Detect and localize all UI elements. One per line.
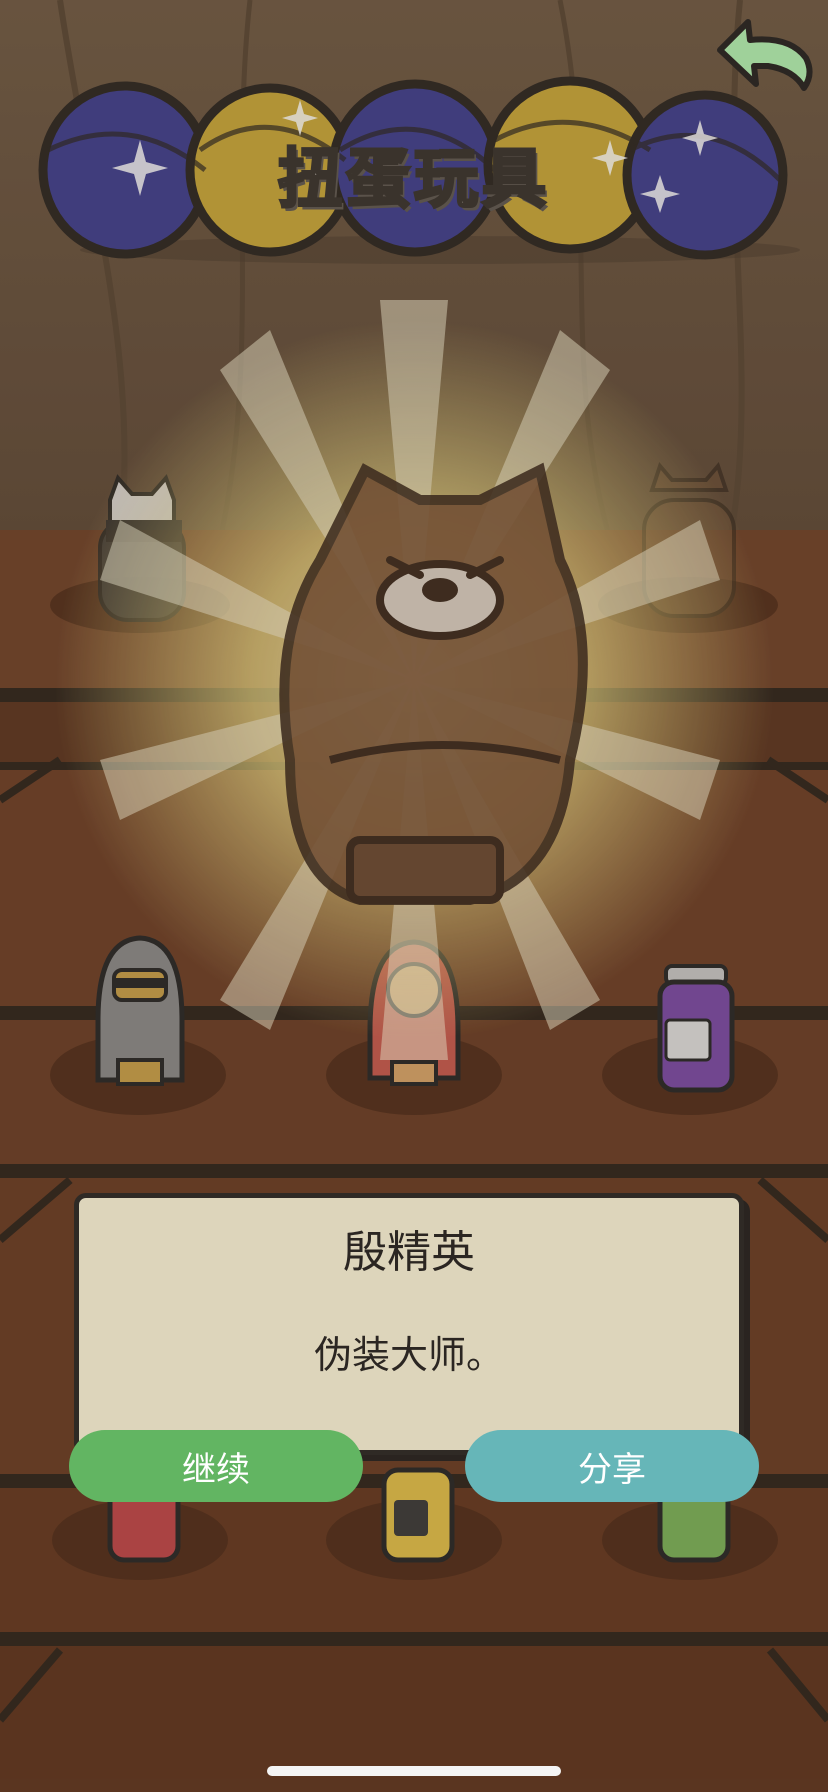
- home-indicator[interactable]: [267, 1766, 561, 1776]
- gacha-shelf-scene: [0, 0, 828, 1792]
- back-arrow-icon: [717, 19, 813, 91]
- shelf-item-hooded-ninja: [95, 935, 185, 1086]
- shelf-item-purple-jam-jar: [657, 964, 735, 1093]
- share-button[interactable]: 分享: [465, 1430, 759, 1502]
- featured-figure-bear: [279, 462, 588, 905]
- back-button[interactable]: [710, 14, 818, 98]
- page-title: 扭蛋玩具: [277, 142, 550, 219]
- item-description: 伪装大师。: [313, 1333, 504, 1377]
- continue-button[interactable]: 继续: [69, 1430, 363, 1502]
- item-name: 殷精英: [343, 1227, 475, 1278]
- item-detail-card: 殷精英 伪装大师。: [74, 1193, 744, 1455]
- shelf-item-yellow-jam-jar: [381, 1467, 455, 1563]
